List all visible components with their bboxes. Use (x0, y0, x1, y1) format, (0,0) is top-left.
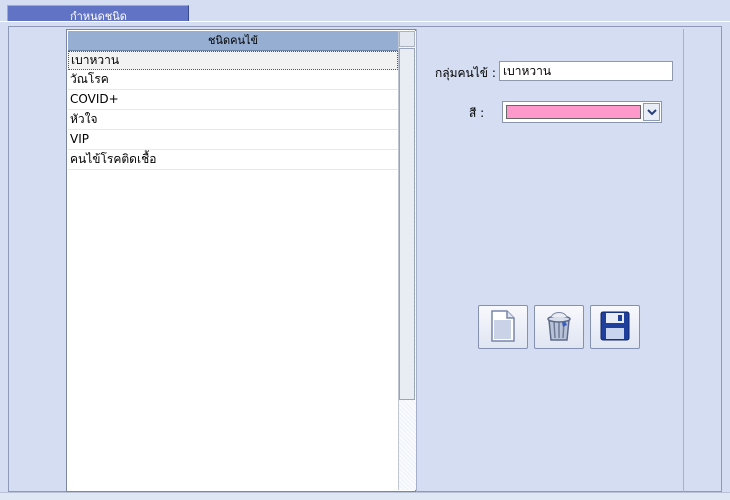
patient-type-list: ชนิดคนไข้ เบาหวาน วัณโรค COVID+ หัวใจ VI… (66, 29, 416, 492)
color-label: สี : (469, 106, 485, 120)
dropdown-button[interactable] (643, 103, 660, 121)
new-button[interactable] (478, 305, 528, 349)
tab-define-type[interactable]: กำหนดชนิด (7, 5, 189, 23)
scroll-thumb[interactable] (399, 48, 415, 400)
trash-icon (542, 309, 576, 346)
new-document-icon (491, 309, 515, 345)
list-item[interactable]: COVID+ (68, 90, 398, 110)
list-scrollbar[interactable] (398, 31, 416, 490)
detail-panel (416, 29, 684, 492)
floppy-disk-icon (600, 311, 630, 344)
chevron-down-icon (646, 105, 657, 119)
list-body: เบาหวาน วัณโรค COVID+ หัวใจ VIP คนไข้โรค… (68, 51, 398, 170)
list-item[interactable]: เบาหวาน (68, 51, 398, 70)
save-button[interactable] (590, 305, 640, 349)
list-item[interactable]: หัวใจ (68, 110, 398, 130)
list-item[interactable]: คนไข้โรคติดเชื้อ (68, 150, 398, 170)
group-name-input[interactable] (499, 61, 673, 81)
list-item[interactable]: วัณโรค (68, 70, 398, 90)
color-select[interactable] (502, 101, 662, 123)
color-swatch (506, 105, 641, 119)
list-header[interactable]: ชนิดคนไข้ (68, 31, 398, 51)
delete-button[interactable] (534, 305, 584, 349)
scroll-up-button[interactable] (399, 31, 415, 47)
list-item[interactable]: VIP (68, 130, 398, 150)
tab-underline (0, 21, 730, 22)
group-label: กลุ่มคนไข้ : (435, 66, 496, 80)
